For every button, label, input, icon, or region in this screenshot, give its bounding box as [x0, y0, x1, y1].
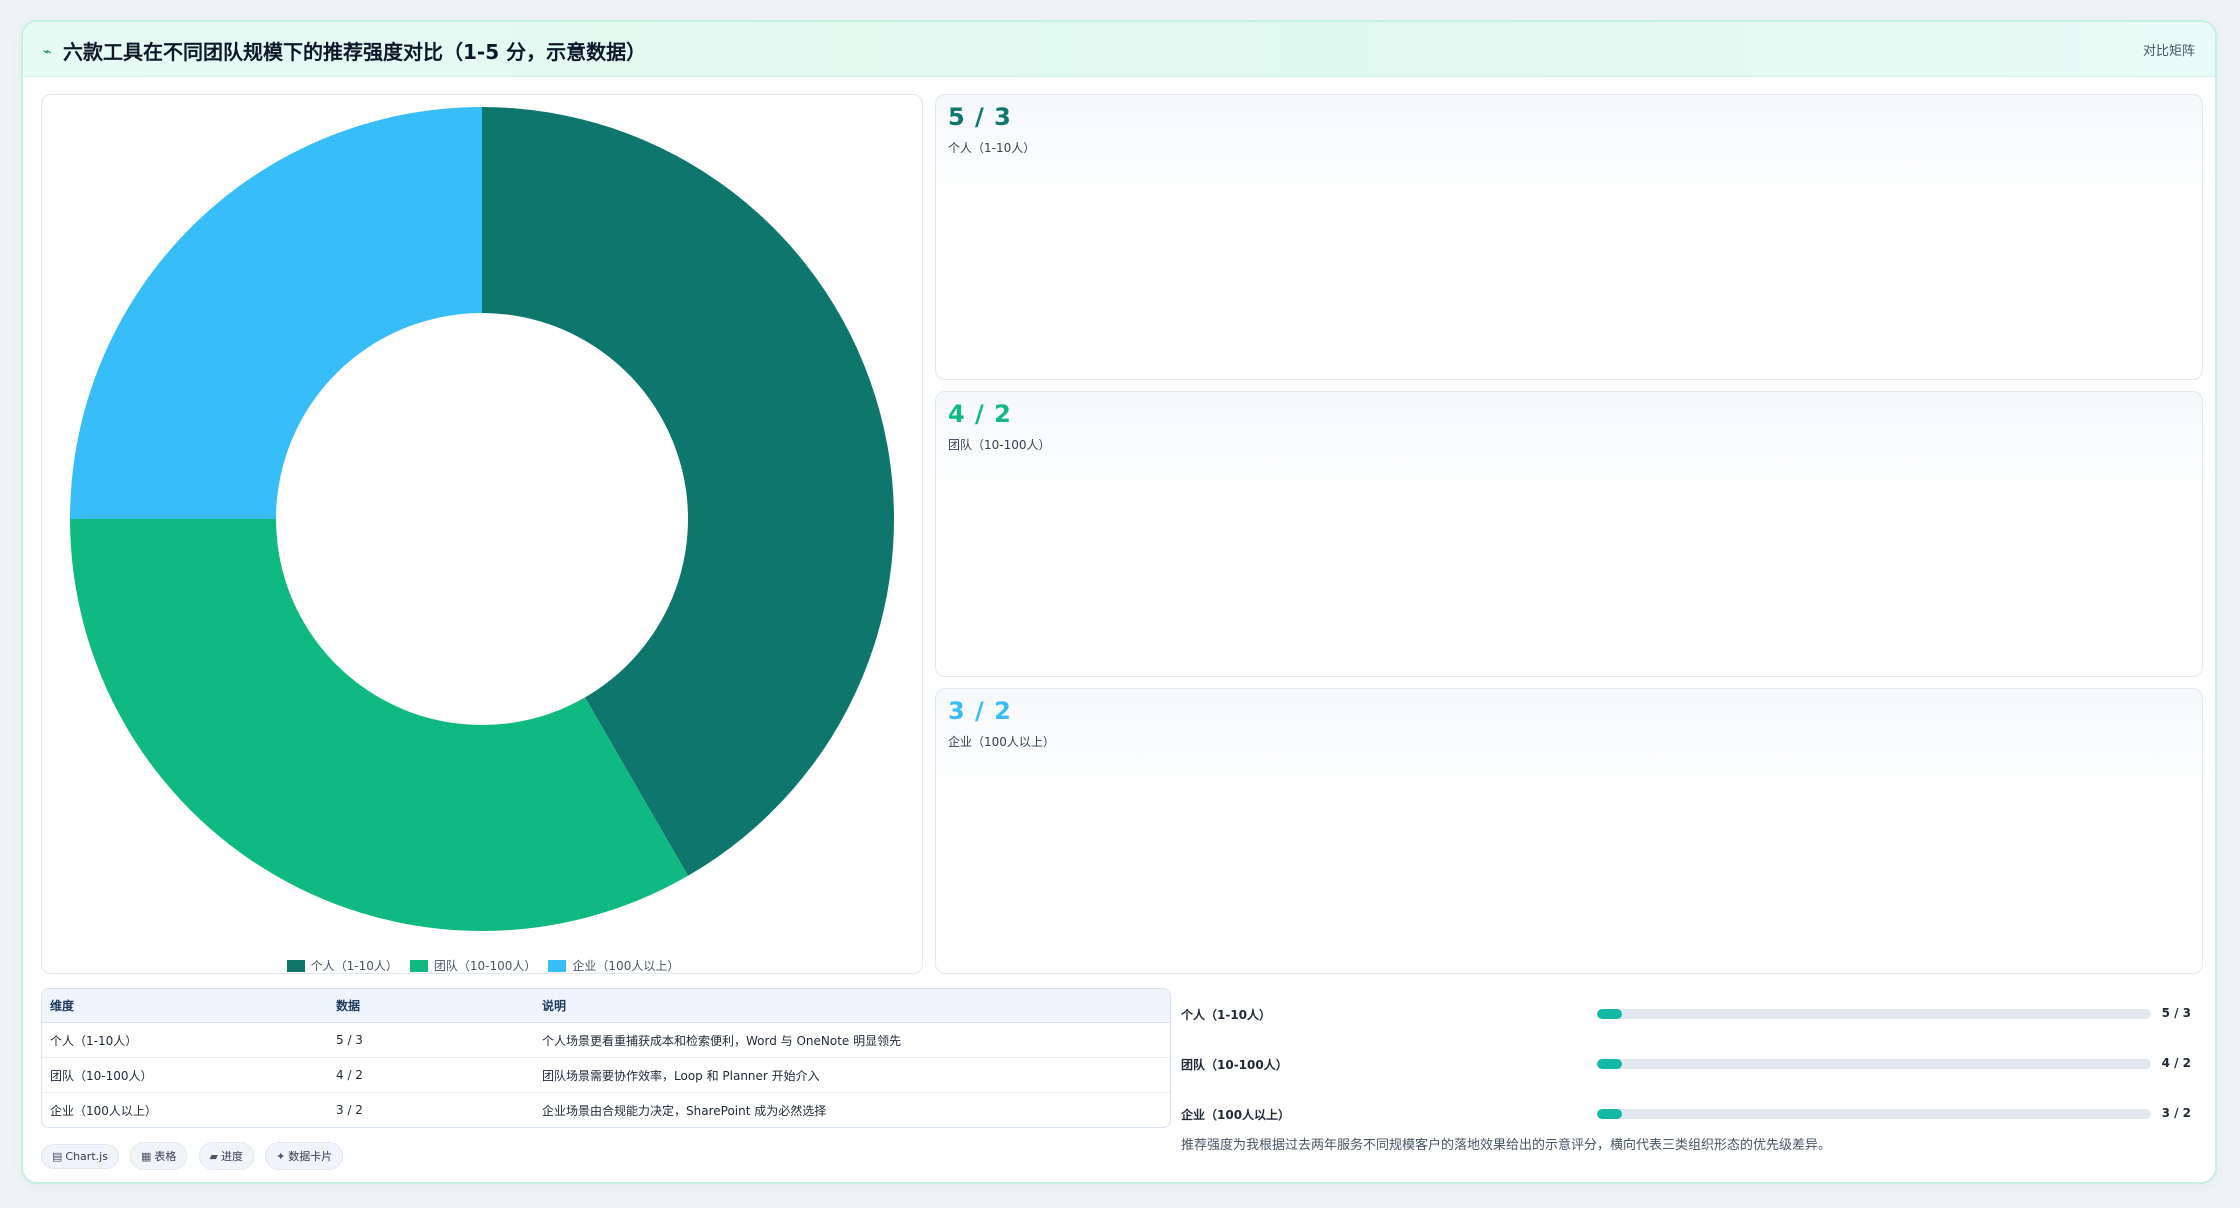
legend-swatch: [409, 959, 428, 972]
doughnut-chart-card: 个人（1-10人） 团队（10-100人） 企业（100人以上）: [41, 94, 923, 974]
table-cell: 团队场景需要协作效率，Loop 和 Planner 开始介入: [534, 1057, 1170, 1093]
progress-fill: [1597, 1009, 1622, 1019]
table-cell: 5 / 3: [328, 1022, 534, 1058]
progress-label: 个人（1-10人）: [1181, 1008, 1272, 1022]
table-cell: 企业场景由合规能力决定，SharePoint 成为必然选择: [542, 1103, 827, 1118]
legend-swatch: [286, 959, 305, 972]
progress-value: 5 / 3: [2161, 1006, 2191, 1020]
stat-value: 3 / 2: [948, 697, 1012, 725]
progress-value: 3 / 2: [2161, 1106, 2191, 1120]
stat-card-team: 4 / 2 团队（10-100人）: [935, 391, 2203, 677]
chip-label: 进度: [220, 1150, 243, 1163]
header-tag: 对比矩阵: [2142, 44, 2195, 59]
donut-slice-1[interactable]: [70, 519, 688, 931]
column-header-data: 数据: [328, 989, 534, 1023]
stat-value: 5 / 3: [948, 103, 1012, 131]
column-header-description: 说明: [534, 989, 1170, 1023]
table-row: 个人（1-10人） 5 / 3 个人场景更看重捕获成本和检索便利，Word 与 …: [42, 1022, 1170, 1058]
progress-icon: ▰: [209, 1150, 218, 1163]
chip-data-card[interactable]: ✦ 数据卡片: [265, 1142, 344, 1170]
progress-track: [1597, 1109, 2151, 1119]
stat-card-personal: 5 / 3 个人（1-10人）: [935, 94, 2203, 380]
table-row: 团队（10-100人） 4 / 2 团队场景需要协作效率，Loop 和 Plan…: [42, 1057, 1170, 1093]
chip-table[interactable]: ▦ 表格: [130, 1142, 188, 1170]
progress-fill: [1597, 1059, 1622, 1069]
panel-header: ⌁ 六款工具在不同团队规模下的推荐强度对比（1-5 分，示意数据） 对比矩阵: [23, 22, 2215, 77]
card-icon: ✦: [276, 1150, 286, 1163]
progress-label: 团队（10-100人）: [1181, 1058, 1288, 1072]
legend-swatch: [548, 959, 567, 972]
table-cell: 3 / 2: [336, 1103, 363, 1117]
stat-value: 4 / 2: [948, 400, 1012, 428]
progress-label: 企业（100人以上）: [1181, 1108, 1291, 1122]
progress-value: 4 / 2: [2161, 1056, 2191, 1070]
table-cell: 团队（10-100人）: [42, 1057, 328, 1093]
table-cell: 个人（1-10人）: [42, 1022, 328, 1058]
progress-track: [1597, 1009, 2151, 1019]
table-cell: 4 / 2: [328, 1057, 534, 1093]
chip-label: 数据卡片: [288, 1150, 333, 1163]
table-header-row: 维度 数据 说明: [42, 989, 1170, 1023]
chart-line-icon: ⌁: [43, 44, 52, 60]
legend-item[interactable]: 企业（100人以上）: [548, 957, 679, 974]
chip-chartjs[interactable]: ▤ Chart.js: [41, 1144, 119, 1169]
table-cell: 企业（100人以上）: [50, 1103, 157, 1118]
stat-label: 企业（100人以上）: [948, 735, 1055, 749]
column-header-dimension: 维度: [42, 989, 328, 1023]
progress-track: [1597, 1059, 2151, 1069]
table-cell: 个人场景更看重捕获成本和检索便利，Word 与 OneNote 明显领先: [534, 1022, 1170, 1058]
legend-label: 团队（10-100人）: [433, 959, 537, 973]
doughnut-chart: [70, 107, 895, 931]
stat-card-enterprise: 3 / 2 企业（100人以上）: [935, 688, 2203, 974]
legend-item[interactable]: 团队（10-100人）: [409, 957, 537, 974]
stat-label: 团队（10-100人）: [948, 438, 1051, 452]
footnote: 推荐强度为我根据过去两年服务不同规模客户的落地效果给出的示意评分，横向代表三类组…: [1181, 1138, 1832, 1153]
donut-slice-2[interactable]: [70, 107, 482, 519]
stat-label: 个人（1-10人）: [948, 141, 1036, 155]
chip-progress[interactable]: ▰ 进度: [198, 1142, 254, 1170]
data-table: 维度 数据 说明 个人（1-10人） 5 / 3 个人场景更看重捕获成本和检索便…: [41, 988, 1171, 1128]
chart-icon: ▤: [52, 1150, 63, 1163]
legend-label: 个人（1-10人）: [310, 959, 398, 973]
progress-fill: [1597, 1109, 1622, 1119]
dashboard-panel: ⌁ 六款工具在不同团队规模下的推荐强度对比（1-5 分，示意数据） 对比矩阵 个…: [21, 20, 2217, 1184]
feature-chips: ▤ Chart.js ▦ 表格 ▰ 进度 ✦ 数据卡片: [41, 1142, 349, 1170]
chip-label: Chart.js: [65, 1150, 108, 1163]
chip-label: 表格: [154, 1150, 177, 1163]
legend-label: 企业（100人以上）: [572, 959, 680, 973]
legend-item[interactable]: 个人（1-10人）: [286, 957, 398, 974]
progress-row-personal: 个人（1-10人） 5 / 3: [1181, 1002, 2191, 1026]
table-icon: ▦: [141, 1150, 152, 1163]
table-row: 企业（100人以上） 3 / 2 企业场景由合规能力决定，SharePoint …: [42, 1093, 1170, 1128]
progress-row-enterprise: 企业（100人以上） 3 / 2: [1181, 1102, 2191, 1126]
page-title: 六款工具在不同团队规模下的推荐强度对比（1-5 分，示意数据）: [63, 40, 647, 64]
chart-legend: 个人（1-10人） 团队（10-100人） 企业（100人以上）: [42, 957, 924, 974]
progress-row-team: 团队（10-100人） 4 / 2: [1181, 1052, 2191, 1076]
